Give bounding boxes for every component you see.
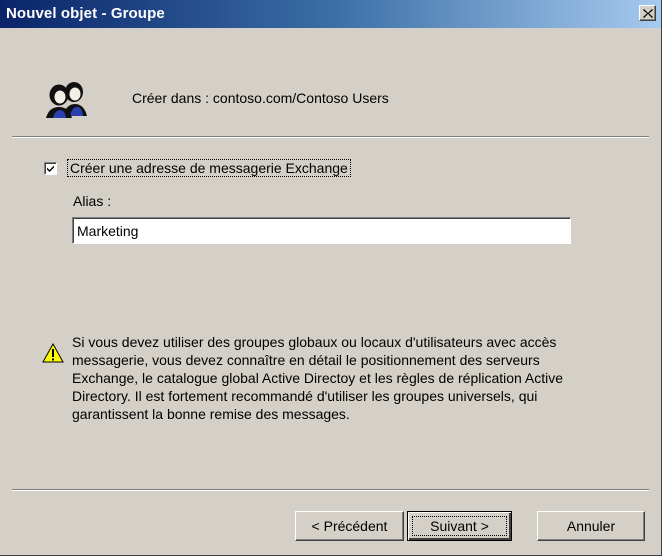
close-icon [643, 9, 653, 18]
warning-text: Si vous devez utiliser des groupes globa… [72, 334, 564, 422]
checkmark-icon [47, 165, 54, 172]
next-button[interactable]: Suivant > [407, 511, 512, 541]
bottom-separator [12, 489, 649, 491]
warning-icon [42, 343, 64, 363]
alias-input[interactable] [72, 217, 571, 244]
alias-label: Alias : [73, 193, 112, 209]
previous-button-label: < Précédent [311, 518, 388, 534]
cancel-button-label: Annuler [566, 518, 616, 534]
next-button-label: Suivant > [430, 518, 489, 534]
close-button[interactable] [639, 5, 656, 21]
top-separator [12, 136, 649, 138]
exchange-mailbox-checkbox[interactable] [44, 162, 57, 175]
dialog-window: Nouvel objet - Groupe Créer dans : conto… [0, 0, 662, 556]
cancel-button[interactable]: Annuler [537, 511, 645, 541]
group-users-icon [46, 82, 87, 118]
window-title: Nouvel objet - Groupe [6, 5, 165, 22]
create-in-path: Créer dans : contoso.com/Contoso Users [132, 90, 389, 106]
title-bar[interactable]: Nouvel objet - Groupe [0, 0, 661, 28]
exchange-mailbox-label[interactable]: Créer une adresse de messagerie Exchange [67, 159, 351, 177]
previous-button[interactable]: < Précédent [295, 511, 404, 541]
